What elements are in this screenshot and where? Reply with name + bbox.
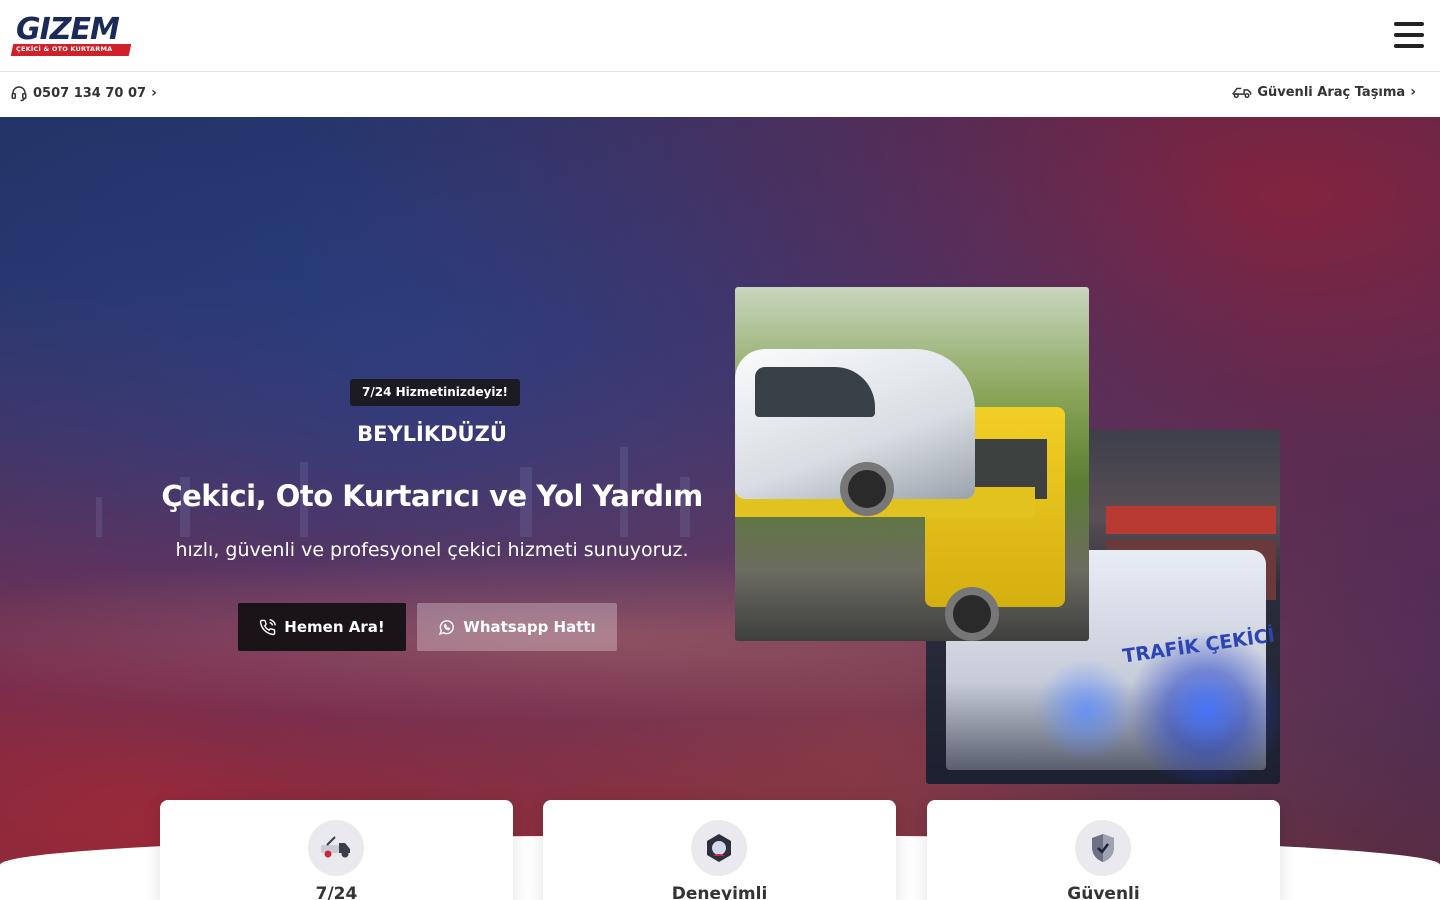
whatsapp-button[interactable]: Whatsapp Hattı <box>417 603 617 651</box>
feature-card-experienced: Deneyimli <box>543 800 896 900</box>
chevron-right-icon: › <box>151 85 157 101</box>
phone-link[interactable]: 0507 134 70 07 › <box>10 84 157 102</box>
phone-icon <box>260 618 277 635</box>
call-now-button[interactable]: Hemen Ara! <box>238 603 406 651</box>
hero-headline: Çekici, Oto Kurtarıcı ve Yol Yardım <box>161 479 703 513</box>
feature-card-safe: Güvenli <box>927 800 1280 900</box>
feature-card-24-7: 7/24 <box>160 800 513 900</box>
contact-bar: 0507 134 70 07 › Güvenli Araç Taşıma › <box>0 72 1440 117</box>
service-badge: 7/24 Hizmetinizdeyiz! <box>350 379 521 406</box>
logo-subtext: ÇEKİCİ & OTO KURTARMA <box>16 45 113 53</box>
feature-title: Deneyimli <box>671 884 768 900</box>
headset-icon <box>11 86 27 102</box>
experience-icon <box>691 820 747 876</box>
feature-title: Güvenli <box>1067 884 1140 900</box>
chevron-right-icon: › <box>1410 84 1416 100</box>
whatsapp-icon <box>439 619 455 635</box>
call-button-label: Hemen Ara! <box>284 618 385 636</box>
tow-truck-icon <box>1232 87 1252 99</box>
hamburger-menu-icon[interactable] <box>1394 22 1426 48</box>
hero-tagline: hızlı, güvenli ve profesyonel çekici hiz… <box>175 539 689 561</box>
feature-title: 7/24 <box>315 884 358 900</box>
gizem-logo[interactable]: GIZEM ÇEKİCİ & OTO KURTARMA <box>10 12 134 58</box>
suv-on-tow-truck-photo <box>735 287 1089 641</box>
whatsapp-button-label: Whatsapp Hattı <box>463 618 596 636</box>
logo-text: GIZEM <box>16 12 120 47</box>
tow-truck-icon <box>308 820 364 876</box>
shield-check-icon <box>1075 820 1131 876</box>
transport-label: Güvenli Araç Taşıma <box>1257 84 1406 100</box>
phone-number: 0507 134 70 07 <box>33 85 147 101</box>
safe-transport-link[interactable]: Güvenli Araç Taşıma › <box>1232 84 1416 100</box>
site-header: GIZEM ÇEKİCİ & OTO KURTARMA <box>0 0 1440 72</box>
hero-section: 7/24 Hizmetinizdeyiz! BEYLİKDÜZÜ Çekici,… <box>0 117 1440 900</box>
location-title: BEYLİKDÜZÜ <box>357 422 507 446</box>
